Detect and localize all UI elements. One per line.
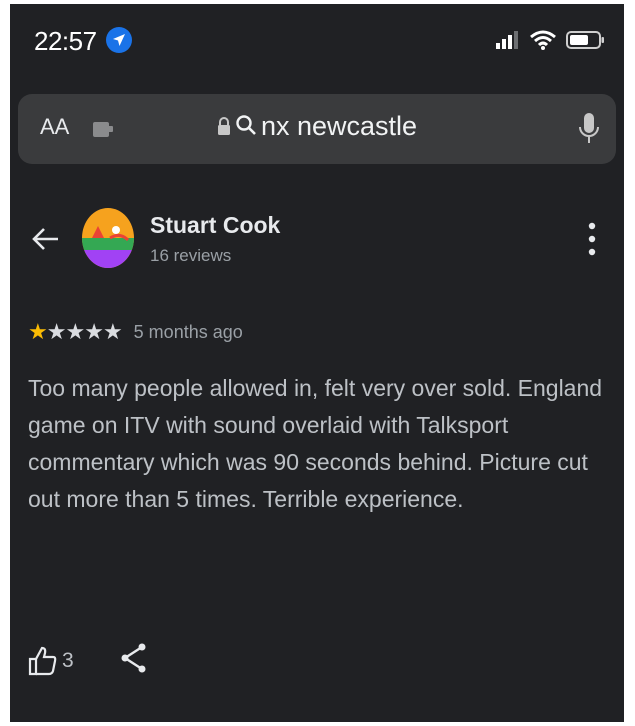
share-button[interactable] xyxy=(120,642,148,679)
lock-icon xyxy=(217,112,231,143)
more-options-icon[interactable] xyxy=(588,222,596,261)
thumbs-up-icon xyxy=(28,646,57,675)
like-count: 3 xyxy=(62,648,74,672)
microphone-icon[interactable] xyxy=(578,112,600,151)
battery-icon xyxy=(566,31,604,49)
star-filled-icon: ★ xyxy=(28,319,48,344)
share-icon xyxy=(121,643,146,673)
like-button[interactable]: 3 xyxy=(28,646,74,676)
back-arrow-icon[interactable] xyxy=(32,226,60,257)
star-rating: ★★★★★ xyxy=(28,319,123,345)
avatar[interactable] xyxy=(82,208,134,268)
phone-screen: 22:57 AA nx newcastle Stuart Cook 16 rev… xyxy=(10,4,624,722)
cellular-signal-icon xyxy=(496,31,518,49)
wifi-icon xyxy=(530,30,556,50)
search-icon xyxy=(235,112,257,143)
star-empty-icon: ★ xyxy=(65,319,85,344)
star-empty-icon: ★ xyxy=(84,319,104,344)
status-time: 22:57 xyxy=(34,26,97,56)
review-text: Too many people allowed in, felt very ov… xyxy=(28,375,603,512)
star-empty-icon: ★ xyxy=(46,319,67,344)
status-indicators xyxy=(496,30,606,50)
url-field[interactable]: nx newcastle xyxy=(18,111,616,143)
star-empty-icon: ★ xyxy=(102,319,123,344)
reviewer-review-count: 16 reviews xyxy=(150,246,232,265)
review-actions: 3 xyxy=(28,642,148,679)
rating-row: ★★★★★ 5 months ago xyxy=(28,319,243,345)
address-bar[interactable]: AA nx newcastle xyxy=(18,94,616,164)
reviewer-name[interactable]: Stuart Cook xyxy=(150,212,280,239)
review-date: 5 months ago xyxy=(133,321,243,342)
url-text: nx newcastle xyxy=(260,111,418,141)
location-arrow-icon xyxy=(106,27,132,53)
